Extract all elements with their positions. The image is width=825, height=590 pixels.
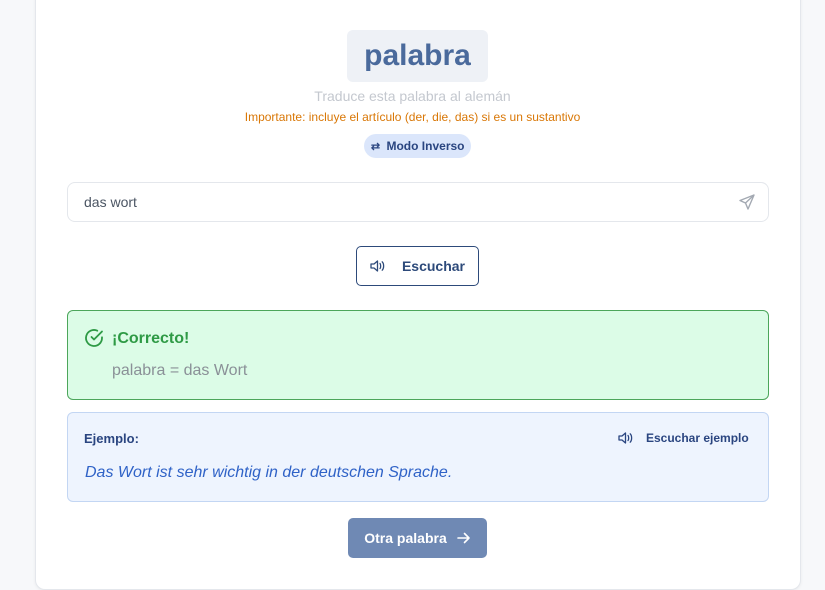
next-word-button[interactable]: Otra palabra	[348, 518, 487, 558]
send-icon[interactable]	[738, 193, 756, 211]
mode-label: Modo Inverso	[386, 139, 465, 153]
instruction-text: Traduce esta palabra al alemán	[314, 88, 511, 104]
word-text: palabra	[364, 39, 471, 72]
answer-input[interactable]	[68, 183, 728, 221]
check-circle-icon	[84, 328, 104, 348]
listen-label: Escuchar	[401, 258, 466, 274]
listen-example-button[interactable]: Escuchar ejemplo	[618, 431, 749, 445]
listen-button[interactable]: Escuchar	[356, 246, 479, 286]
mode-toggle-button[interactable]: Modo Inverso	[364, 134, 471, 158]
result-translation: palabra = das Wort	[112, 362, 248, 379]
result-panel: ¡Correcto! palabra = das Wort	[67, 310, 769, 400]
important-note: Importante: incluye el artículo (der, di…	[244, 110, 581, 124]
next-word-label: Otra palabra	[364, 530, 447, 546]
answer-field	[67, 182, 769, 222]
speaker-icon	[370, 259, 386, 273]
example-sentence: Das Wort ist sehr wichtig in der deutsch…	[85, 464, 453, 481]
speaker-icon	[618, 431, 634, 445]
result-title: ¡Correcto!	[112, 330, 190, 347]
listen-example-label: Escuchar ejemplo	[646, 431, 749, 445]
arrow-right-icon	[456, 532, 471, 544]
swap-arrows-icon	[370, 141, 381, 152]
example-panel: Ejemplo: Escuchar ejemplo Das Wort ist s…	[67, 412, 769, 502]
example-label: Ejemplo:	[84, 431, 139, 446]
word-display: palabra	[347, 30, 488, 82]
